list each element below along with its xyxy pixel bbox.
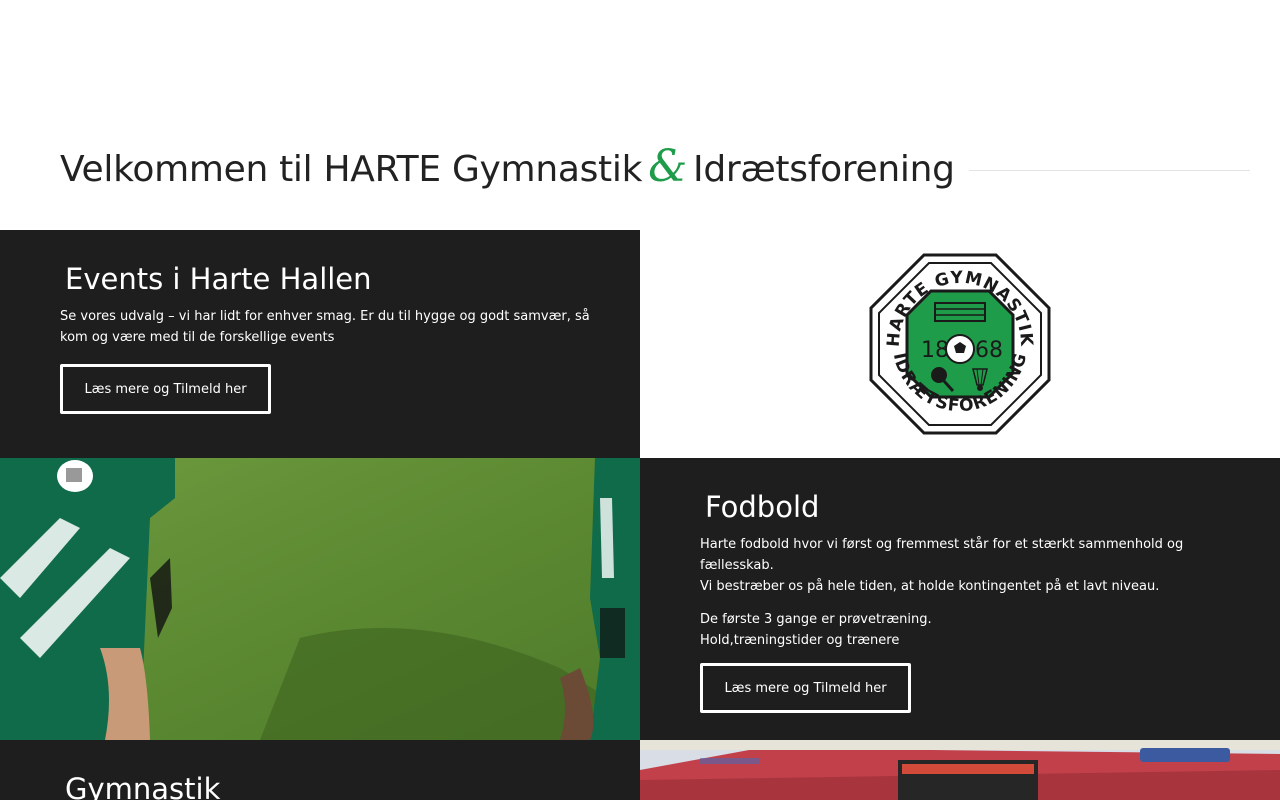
fodbold-text: Harte fodbold hvor vi først og fremmest … bbox=[700, 534, 1220, 597]
fodbold-text-line2: Vi bestræber os på hele tiden, at holde … bbox=[700, 579, 1160, 594]
football-photo bbox=[0, 458, 640, 740]
fodbold-panel: Fodbold Harte fodbold hvor vi først og f… bbox=[640, 458, 1280, 740]
fodbold-info: De første 3 gange er prøvetræning. Hold,… bbox=[700, 609, 1220, 651]
page-title-part1: Velkommen til HARTE Gymnastik bbox=[60, 148, 643, 190]
fodbold-trial-text: De første 3 gange er prøvetræning. bbox=[700, 612, 932, 627]
football-players-image bbox=[0, 458, 640, 740]
events-heading: Events i Harte Hallen bbox=[65, 262, 372, 296]
events-signup-button[interactable]: Læs mere og Tilmeld her bbox=[60, 364, 271, 414]
gymnastics-photo bbox=[640, 740, 1280, 800]
fodbold-heading: Fodbold bbox=[705, 490, 820, 524]
gymnastik-panel: Gymnastik bbox=[0, 740, 640, 800]
svg-text:18: 18 bbox=[921, 338, 949, 363]
welcome-heading-row: Velkommen til HARTE Gymnastik & Idrætsfore… bbox=[60, 136, 1250, 196]
harte-club-logo-icon: HARTE GYMNASTIK IDRÆTSFORENING 18 68 bbox=[869, 253, 1051, 435]
page-title: Velkommen til HARTE Gymnastik & Idrætsfore… bbox=[60, 141, 955, 192]
fodbold-teams-link[interactable]: Hold,træningstider og trænere bbox=[700, 633, 899, 648]
events-text: Se vores udvalg – vi har lidt for enhver… bbox=[60, 309, 590, 345]
logo-panel: HARTE GYMNASTIK IDRÆTSFORENING 18 68 bbox=[640, 230, 1280, 458]
title-divider bbox=[968, 169, 1250, 171]
events-panel: Events i Harte Hallen Se vores udvalg – … bbox=[0, 230, 640, 458]
page-title-part2: Idrætsforening bbox=[693, 148, 955, 190]
svg-text:68: 68 bbox=[975, 338, 1003, 363]
gymnastik-heading: Gymnastik bbox=[65, 772, 221, 800]
fodbold-signup-button[interactable]: Læs mere og Tilmeld her bbox=[700, 663, 911, 713]
page-title-ampersand: & bbox=[648, 140, 687, 192]
gymnastics-mat-image bbox=[640, 740, 1280, 800]
fodbold-text-line1: Harte fodbold hvor vi først og fremmest … bbox=[700, 537, 1184, 573]
header-area bbox=[0, 0, 1280, 110]
